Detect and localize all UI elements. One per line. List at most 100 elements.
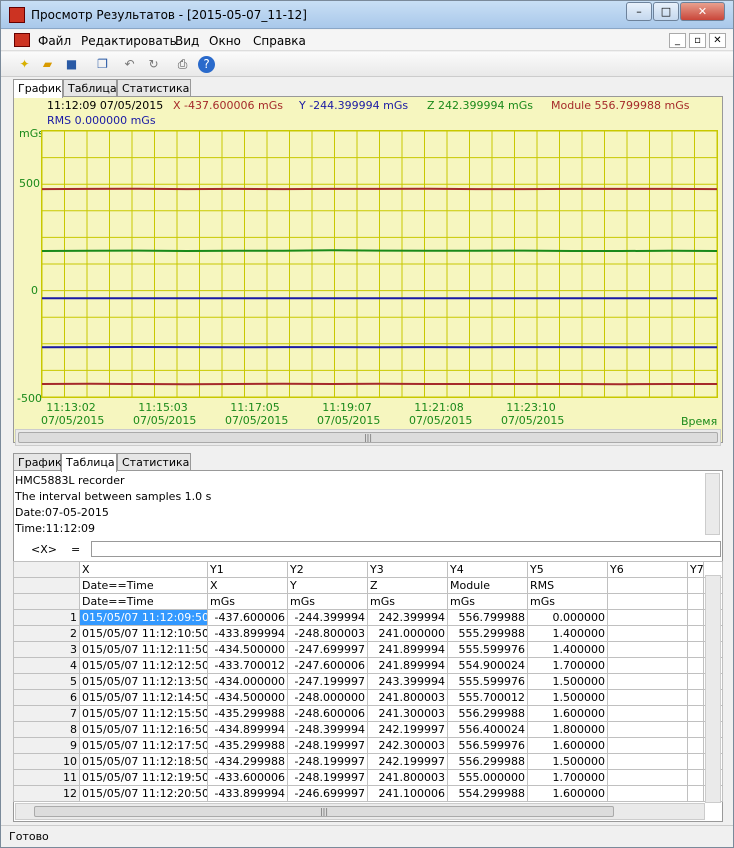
table-cell[interactable]: -435.299988 — [207, 737, 288, 754]
table-cell[interactable] — [607, 657, 688, 674]
menu-file[interactable]: Файл — [38, 34, 71, 48]
table-cell[interactable]: 1.500000 — [527, 673, 608, 690]
title-bar[interactable]: Просмотр Результатов - [2015-05-07_11-12… — [1, 1, 733, 29]
table-cell[interactable]: -437.600006 — [207, 609, 288, 626]
menu-window[interactable]: Окно — [209, 34, 241, 48]
tab-table[interactable]: Таблица — [61, 453, 117, 472]
column-name-row-cell[interactable]: Y — [287, 577, 368, 594]
table-cell[interactable] — [607, 689, 688, 706]
column-unit-row-cell[interactable]: mGs — [287, 593, 368, 610]
column-unit-row-cell[interactable] — [607, 593, 688, 610]
table-cell[interactable]: 555.700012 — [447, 689, 528, 706]
plot-area[interactable] — [41, 130, 718, 398]
row-number[interactable]: 8 — [13, 721, 80, 738]
table-cell[interactable]: 555.299988 — [447, 625, 528, 642]
help-icon[interactable]: ? — [198, 56, 215, 73]
table-vertical-scrollbar[interactable] — [705, 575, 721, 803]
column-header-cell[interactable]: Y7 — [687, 561, 704, 578]
table-cell[interactable] — [687, 705, 704, 722]
scrollbar-thumb[interactable]: ||| — [34, 806, 614, 817]
table-cell[interactable]: 1.700000 — [527, 657, 608, 674]
mdi-restore-button[interactable]: ▫ — [689, 33, 706, 48]
close-button[interactable]: ✕ — [680, 2, 725, 21]
column-header-cell[interactable]: Y4 — [447, 561, 528, 578]
table-cell[interactable]: -435.299988 — [207, 705, 288, 722]
table-cell[interactable]: -248.199997 — [287, 753, 368, 770]
table-cell[interactable]: -247.600006 — [287, 657, 368, 674]
table-cell[interactable]: -434.299988 — [207, 753, 288, 770]
table-cell[interactable]: -434.000000 — [207, 673, 288, 690]
column-name-row-cell[interactable]: Module — [447, 577, 528, 594]
table-cell[interactable]: 015/05/07 11:12:17:500 — [79, 737, 208, 754]
mdi-minimize-button[interactable]: _ — [669, 33, 686, 48]
table-cell[interactable] — [607, 737, 688, 754]
table-row[interactable]: 9 015/05/07 11:12:17:500 -435.299988 -248.1… — [13, 737, 723, 754]
table-cell[interactable]: 1.500000 — [527, 753, 608, 770]
app-icon[interactable] — [9, 7, 25, 23]
row-number[interactable]: 7 — [13, 705, 80, 722]
table-cell[interactable]: 1.400000 — [527, 641, 608, 658]
tab-graph[interactable]: График — [13, 79, 63, 98]
column-header-cell[interactable]: X — [79, 561, 208, 578]
table-cell[interactable]: 015/05/07 11:12:12:500 — [79, 657, 208, 674]
menu-view[interactable]: Вид — [175, 34, 199, 48]
table-cell[interactable]: 1.500000 — [527, 689, 608, 706]
table-cell[interactable]: 015/05/07 11:12:20:500 — [79, 785, 208, 802]
table-cell[interactable]: -247.199997 — [287, 673, 368, 690]
table-cell[interactable] — [687, 657, 704, 674]
table-row[interactable]: 3 015/05/07 11:12:11:500 -434.500000 -247.6… — [13, 641, 723, 658]
table-cell[interactable]: 555.599976 — [447, 641, 528, 658]
table-cell[interactable] — [607, 785, 688, 802]
maximize-button[interactable]: □ — [653, 2, 679, 21]
row-number[interactable]: 9 — [13, 737, 80, 754]
table-row[interactable]: 5 015/05/07 11:12:13:500 -434.000000 -247.1… — [13, 673, 723, 690]
table-row[interactable]: 1 015/05/07 11:12:09:500 -437.600006 -244.3… — [13, 609, 723, 626]
table-cell[interactable]: -433.600006 — [207, 769, 288, 786]
table-cell[interactable] — [687, 689, 704, 706]
scrollbar-thumb[interactable]: ||| — [18, 432, 718, 443]
table-cell[interactable]: 242.199997 — [367, 721, 448, 738]
new-icon[interactable]: ✦ — [16, 56, 33, 73]
row-number[interactable]: 6 — [13, 689, 80, 706]
table-cell[interactable]: -433.899994 — [207, 625, 288, 642]
table-cell[interactable] — [607, 753, 688, 770]
table-cell[interactable]: -244.399994 — [287, 609, 368, 626]
tab-statistics[interactable]: Статистика — [117, 453, 191, 471]
table-row[interactable]: 2 015/05/07 11:12:10:500 -433.899994 -248.8… — [13, 625, 723, 642]
table-cell[interactable]: 241.000000 — [367, 625, 448, 642]
column-name-row-cell[interactable]: Z — [367, 577, 448, 594]
minimize-button[interactable]: – — [626, 2, 652, 21]
column-name-row-cell[interactable] — [607, 577, 688, 594]
table-cell[interactable]: 015/05/07 11:12:10:500 — [79, 625, 208, 642]
table-cell[interactable] — [607, 673, 688, 690]
copy-icon[interactable]: ❐ — [94, 56, 111, 73]
column-unit-row-cell[interactable]: mGs — [527, 593, 608, 610]
table-cell[interactable]: -433.899994 — [207, 785, 288, 802]
table-cell[interactable]: 015/05/07 11:12:11:500 — [79, 641, 208, 658]
table-row[interactable]: 7 015/05/07 11:12:15:500 -435.299988 -248.6… — [13, 705, 723, 722]
column-header-cell[interactable]: Y6 — [607, 561, 688, 578]
print-icon[interactable]: ⎙ — [174, 56, 191, 73]
table-cell[interactable] — [607, 705, 688, 722]
info-vertical-scrollbar[interactable] — [705, 473, 720, 535]
column-unit-row-cell[interactable]: mGs — [367, 593, 448, 610]
table-cell[interactable]: 241.800003 — [367, 769, 448, 786]
table-cell[interactable]: 1.700000 — [527, 769, 608, 786]
table-cell[interactable]: 241.100006 — [367, 785, 448, 802]
table-cell[interactable] — [607, 641, 688, 658]
table-cell[interactable] — [687, 753, 704, 770]
table-cell[interactable] — [687, 673, 704, 690]
table-row[interactable]: 11 015/05/07 11:12:19:500 -433.600006 -248.… — [13, 769, 723, 786]
table-cell[interactable]: 556.400024 — [447, 721, 528, 738]
table-cell[interactable] — [687, 641, 704, 658]
table-cell[interactable]: 241.300003 — [367, 705, 448, 722]
tab-statistics[interactable]: Статистика — [117, 79, 191, 97]
table-cell[interactable]: 555.000000 — [447, 769, 528, 786]
open-icon[interactable]: ▰ — [39, 56, 56, 73]
table-cell[interactable]: -248.800003 — [287, 625, 368, 642]
table-row[interactable]: 10 015/05/07 11:12:18:500 -434.299988 -248.… — [13, 753, 723, 770]
table-cell[interactable] — [687, 609, 704, 626]
table-cell[interactable] — [687, 785, 704, 802]
table-cell[interactable]: -434.500000 — [207, 641, 288, 658]
redo-icon[interactable]: ↻ — [145, 56, 162, 73]
